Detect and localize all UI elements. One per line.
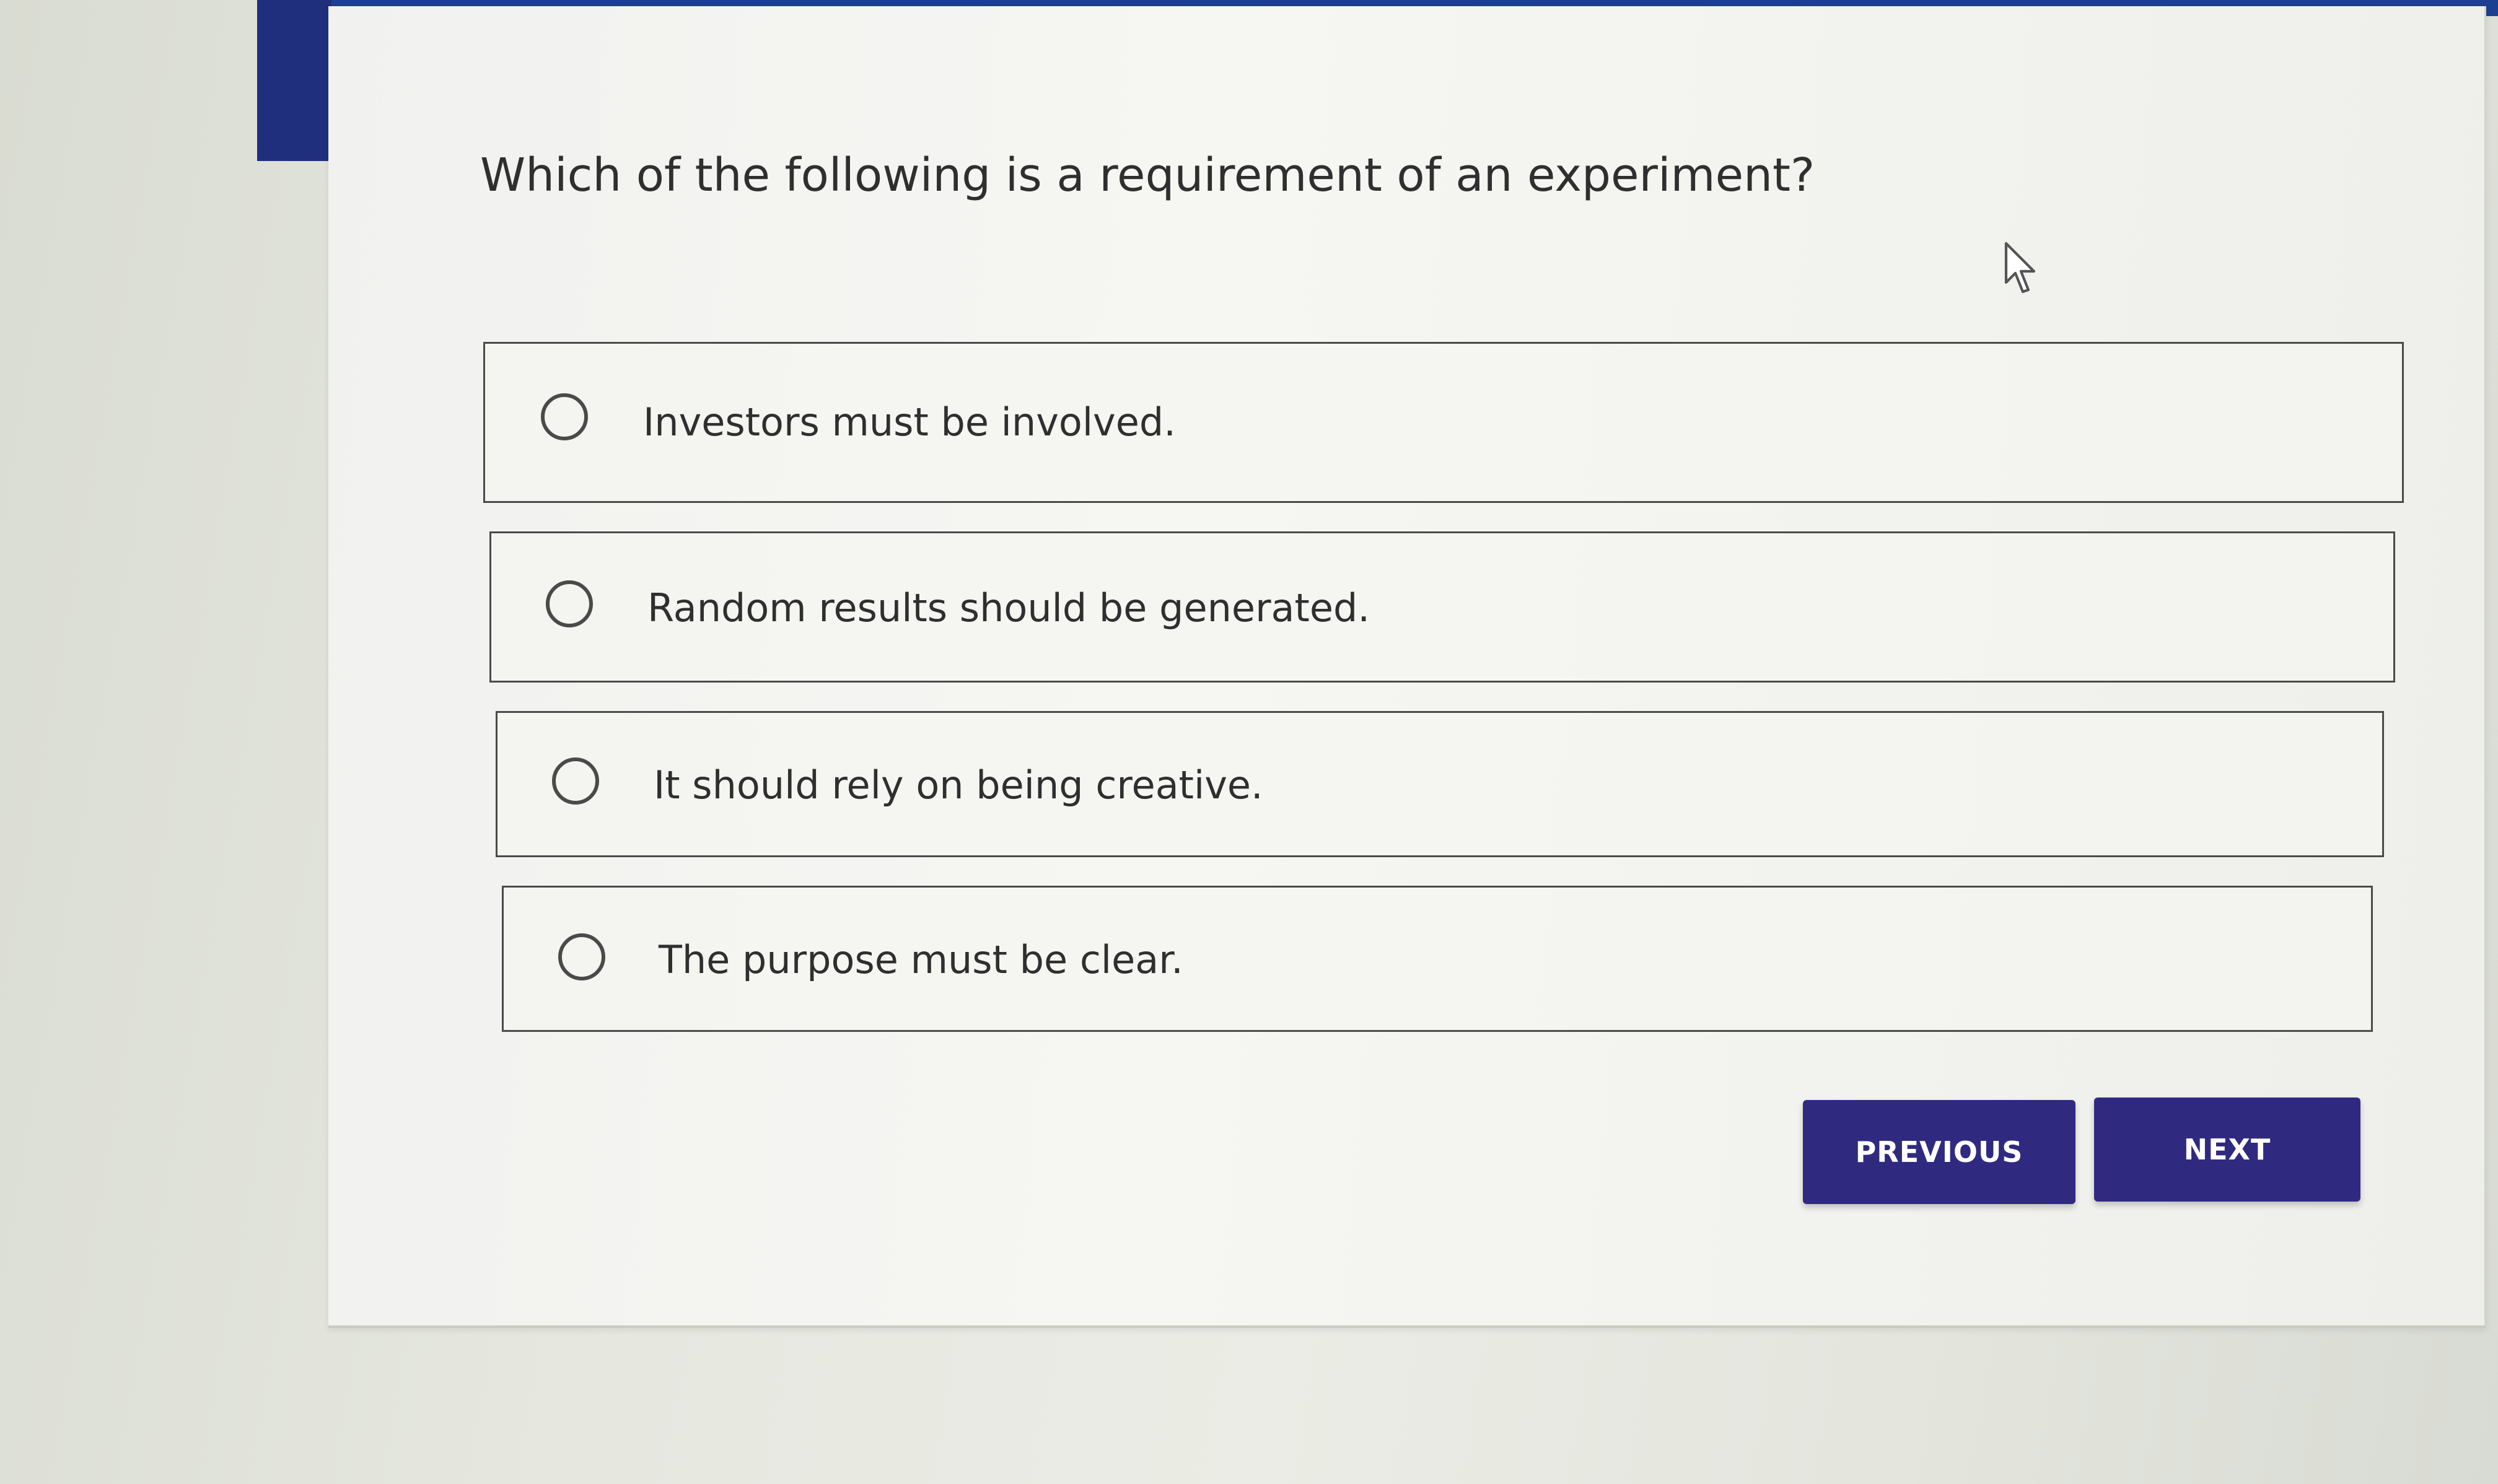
radio-button-icon[interactable] — [546, 580, 593, 627]
radio-button-icon[interactable] — [552, 757, 599, 805]
answer-option-label: Random results should be generated. — [647, 585, 1370, 631]
answer-option-2[interactable]: Random results should be generated. — [489, 531, 2395, 683]
question-text: Which of the following is a requirement … — [480, 149, 1815, 202]
radio-button-icon[interactable] — [558, 933, 605, 980]
radio-button-icon[interactable] — [541, 393, 588, 440]
side-accent-block — [257, 0, 331, 161]
answer-option-label: The purpose must be clear. — [659, 937, 1183, 982]
answer-option-4[interactable]: The purpose must be clear. — [502, 886, 2373, 1032]
answer-option-label: Investors must be involved. — [643, 399, 1176, 445]
answer-option-3[interactable]: It should rely on being creative. — [496, 711, 2384, 857]
mouse-pointer-icon — [2004, 242, 2036, 294]
answer-option-label: It should rely on being creative. — [654, 762, 1263, 808]
previous-button[interactable]: PREVIOUS — [1803, 1100, 2075, 1204]
answer-option-1[interactable]: Investors must be involved. — [483, 342, 2404, 503]
next-button[interactable]: NEXT — [2094, 1098, 2360, 1202]
